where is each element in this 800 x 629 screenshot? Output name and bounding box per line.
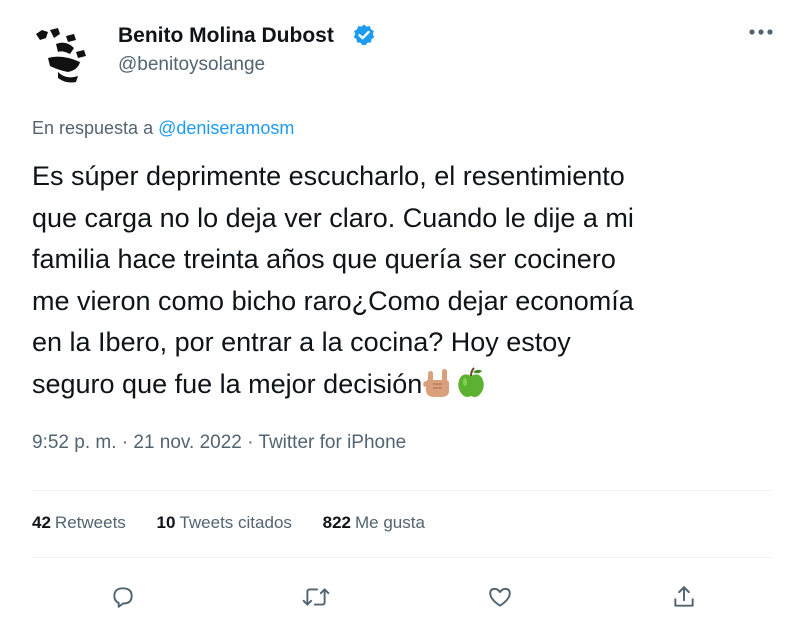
tweet-time[interactable]: 9:52 p. m.: [32, 432, 117, 453]
reply-button[interactable]: [108, 582, 138, 612]
quotes-label: Tweets citados: [179, 513, 292, 532]
tweet-line: en la Ibero, por entrar a la cocina? Hoy…: [32, 327, 571, 357]
reply-icon: [113, 587, 133, 608]
tweet-line: Es súper deprimente escucharlo, el resen…: [32, 161, 625, 191]
avatar[interactable]: [28, 14, 102, 88]
tweet-actions: [0, 582, 800, 612]
like-icon: [489, 587, 511, 607]
tweet-stats: 42 Retweets 10 Tweets citados 822 Me gusta: [32, 513, 451, 533]
display-name[interactable]: Benito Molina Dubost: [118, 24, 334, 48]
share-button[interactable]: [669, 582, 699, 612]
green-apple-icon: [456, 366, 486, 399]
retweets-stat[interactable]: 42 Retweets: [32, 513, 126, 532]
reply-mention-link[interactable]: @deniseramosm: [158, 118, 294, 138]
tweet-line: familia hace treinta años que quería ser…: [32, 244, 616, 274]
likes-label: Me gusta: [355, 513, 425, 532]
retweet-icon: [302, 588, 330, 606]
quotes-count: 10: [156, 513, 176, 532]
likes-count: 822: [322, 513, 352, 532]
user-handle[interactable]: @benitoysolange: [118, 54, 265, 76]
tweet-line: me vieron como bicho raro¿Como dejar eco…: [32, 285, 634, 316]
meta-separator: ·: [116, 432, 134, 453]
retweet-button[interactable]: [301, 582, 331, 612]
tweet-line-last: seguro que fue la mejor decisión: [32, 364, 792, 406]
share-icon: [674, 586, 694, 607]
tweet-source[interactable]: Twitter for iPhone: [258, 432, 406, 453]
reply-prefix: En respuesta a: [32, 118, 159, 138]
likes-stat[interactable]: 822 Me gusta: [323, 513, 425, 532]
sign-of-the-horns-icon: [422, 367, 452, 399]
more-options-button[interactable]: [744, 20, 778, 44]
tweet-meta: 9:52 p. m. · 21 nov. 2022 · Twitter for …: [32, 432, 406, 454]
tweet-card: Benito Molina Dubost @benitoysolange En …: [0, 0, 800, 629]
tweet-date[interactable]: 21 nov. 2022: [133, 432, 241, 453]
divider: [32, 557, 772, 558]
retweets-count: 42: [32, 513, 51, 532]
meta-separator: ·: [241, 432, 259, 453]
quotes-stat[interactable]: 10 Tweets citados: [157, 513, 292, 532]
tweet-line: que carga no lo deja ver claro. Cuando l…: [32, 202, 634, 233]
retweets-label: Retweets: [54, 513, 126, 532]
like-button[interactable]: [485, 582, 515, 612]
reply-context: En respuesta a @deniseramosm: [32, 118, 294, 139]
tweet-text: Es súper deprimente escucharlo, el resen…: [32, 156, 792, 405]
divider: [32, 490, 772, 491]
more-icon: [749, 29, 773, 35]
tweet-line: seguro que fue la mejor decisión: [32, 368, 423, 399]
avatar-image: [28, 14, 102, 88]
verified-badge-icon: [352, 23, 376, 47]
